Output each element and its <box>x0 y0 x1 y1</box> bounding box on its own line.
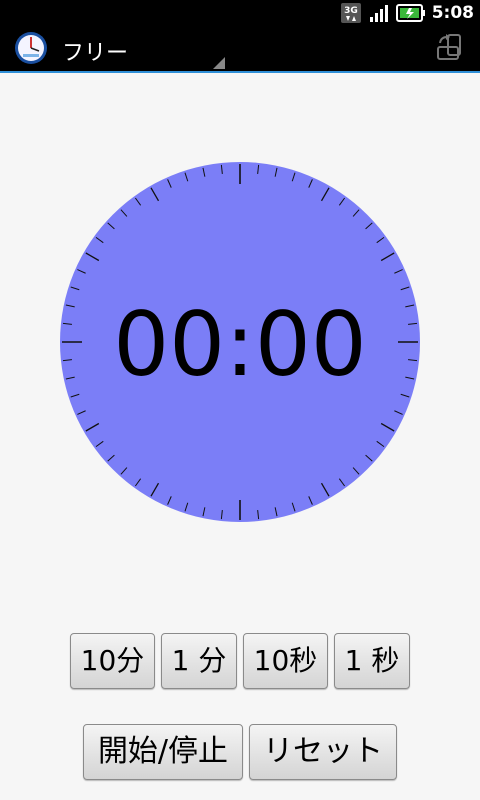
status-icons: 3G 5:08 <box>340 0 474 25</box>
title-bar: フリー <box>0 25 480 73</box>
add-one-second-button[interactable]: 1 秒 <box>334 633 410 689</box>
rotate-screen-icon[interactable] <box>436 33 466 63</box>
start-stop-button[interactable]: 開始/停止 <box>83 724 243 780</box>
stopwatch-icon <box>15 32 47 64</box>
status-time: 5:08 <box>431 2 474 23</box>
add-one-minute-button[interactable]: 1 分 <box>161 633 237 689</box>
battery-icon <box>395 3 425 22</box>
reset-button[interactable]: リセット <box>249 724 397 780</box>
time-display: 00:00 <box>113 293 367 396</box>
signal-icon <box>369 4 388 22</box>
status-bar: 3G 5:08 <box>0 0 480 25</box>
network-label: 3G <box>344 6 358 16</box>
dropdown-arrow-icon[interactable] <box>213 57 225 69</box>
add-ten-seconds-button[interactable]: 10秒 <box>243 633 328 689</box>
screen-title[interactable]: フリー <box>62 35 128 67</box>
add-ten-minutes-button[interactable]: 10分 <box>70 633 155 689</box>
network-3g-icon: 3G <box>340 2 361 23</box>
